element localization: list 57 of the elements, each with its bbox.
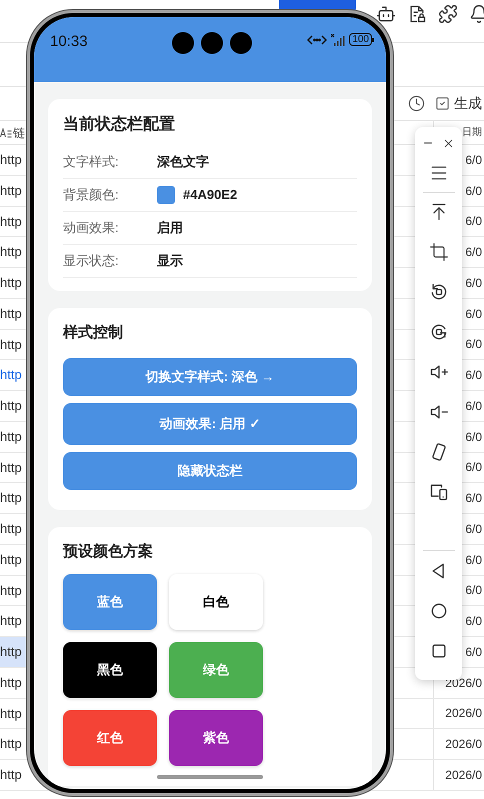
setting-label: 显示状态:	[63, 252, 120, 270]
table-cell-text: 6/0	[465, 336, 482, 354]
table-cell-text: 6/0	[465, 182, 482, 200]
setting-value: 深色文字	[157, 153, 209, 172]
clock-icon[interactable]	[408, 95, 425, 112]
color-preset-button[interactable]: 红色	[63, 710, 157, 766]
color-preset-button[interactable]: 紫色	[169, 710, 263, 766]
checkbox-icon[interactable]	[435, 96, 450, 111]
setting-label: 动画效果:	[63, 219, 120, 238]
table-cell-text: 2026/0	[445, 766, 482, 784]
table-cell-text: 6/0	[465, 520, 482, 538]
table-cell-text: 6/0	[465, 367, 482, 384]
table-cell-text: 6/0	[465, 213, 482, 230]
table-cell-text: 6/0	[465, 582, 482, 600]
table-cell-text: 6/0	[465, 613, 482, 630]
robot-icon[interactable]	[376, 4, 396, 24]
data-transfer-icon	[307, 34, 328, 46]
setting-value: 启用	[157, 219, 183, 238]
color-preset-button[interactable]: 黑色	[63, 642, 157, 698]
rotate-right-icon[interactable]	[428, 322, 448, 342]
bell-icon[interactable]	[469, 4, 484, 24]
card-title: 当前状态栏配置	[63, 114, 176, 135]
battery-icon: 100	[349, 33, 372, 46]
card-title: 样式控制	[63, 323, 124, 343]
camera-icon	[201, 32, 223, 54]
puzzle-icon[interactable]	[438, 4, 458, 24]
table-cell-text: 6/0	[465, 552, 482, 569]
crop-icon[interactable]	[428, 242, 448, 262]
table-cell-text: 6/0	[465, 459, 482, 476]
table-cell-text: 6/0	[465, 398, 482, 415]
table-cell-text: 6/0	[465, 244, 482, 262]
table-cell-text: 6/0	[465, 644, 482, 661]
camera-icon	[172, 32, 194, 54]
setting-label: 背景颜色:	[63, 186, 120, 204]
table-cell-text: 6/0	[465, 428, 482, 446]
table-cell-text: 6/0	[465, 274, 482, 292]
setting-value: #4A90E2	[183, 186, 238, 204]
setting-label: 文字样式:	[63, 153, 120, 172]
table-cell-text: 6/0	[465, 306, 482, 323]
home-icon[interactable]	[428, 601, 448, 621]
table-cell-text: 6/0	[465, 490, 482, 508]
setting-value: 显示	[157, 252, 183, 270]
column-header: 日期	[462, 126, 482, 140]
card-title: 预设颜色方案	[63, 542, 154, 562]
signal-icon	[331, 34, 346, 46]
devices-icon[interactable]	[428, 482, 448, 502]
camera-icon	[230, 32, 252, 54]
column-header: 链	[13, 124, 25, 142]
rotate-left-icon[interactable]	[428, 282, 448, 302]
generate-button[interactable]: 生成	[454, 93, 484, 114]
table-cell[interactable]: http	[0, 637, 27, 667]
clock-time: 10:33	[50, 32, 88, 52]
table-cell-text: 2026/0	[445, 705, 482, 722]
color-preset-button[interactable]: 白色	[169, 574, 263, 630]
table-cell-text: 2026/0	[445, 736, 482, 754]
text-column-icon	[0, 128, 12, 138]
table-cell-text: 6/0	[465, 152, 482, 169]
